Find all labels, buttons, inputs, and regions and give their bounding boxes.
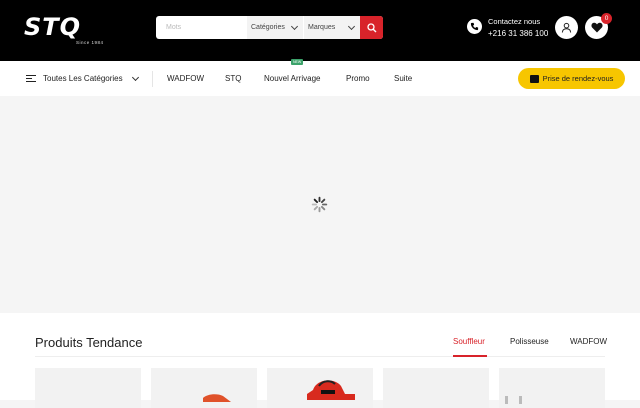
product-card[interactable] xyxy=(35,368,141,408)
logo-text: STQ xyxy=(24,13,82,41)
brands-select-label: Marques xyxy=(308,24,336,31)
tab-wadfow[interactable]: WADFOW xyxy=(570,337,607,346)
tab-polisseuse[interactable]: Polisseuse xyxy=(510,337,549,346)
product-image xyxy=(203,394,231,402)
chevron-down-icon xyxy=(290,22,299,31)
nav-link-more[interactable]: Suite xyxy=(394,61,412,96)
logo-since: Since 1984 xyxy=(76,40,104,45)
product-card[interactable] xyxy=(499,368,605,408)
heart-icon xyxy=(590,22,603,33)
chevron-down-icon xyxy=(131,73,139,81)
appointment-button-label: Prise de rendez-vous xyxy=(542,74,614,83)
nav-divider xyxy=(152,71,153,87)
search-button[interactable] xyxy=(360,16,383,39)
search-bar: Catégories Marques xyxy=(156,16,383,39)
nav-link-stq[interactable]: STQ xyxy=(225,61,241,96)
all-categories-menu[interactable]: Toutes Les Catégories xyxy=(26,61,139,96)
nav-link-new-arrivals[interactable]: Nouvel Arrivage xyxy=(264,61,320,96)
product-card[interactable] xyxy=(151,368,257,408)
chevron-down-icon xyxy=(347,22,356,31)
nav-link-promo[interactable]: Promo xyxy=(346,61,370,96)
categories-select[interactable]: Catégories xyxy=(247,16,303,39)
categories-select-label: Catégories xyxy=(251,24,285,31)
top-header: STQ Since 1984 Catégories Marques Contac… xyxy=(0,0,640,61)
user-icon xyxy=(561,22,572,33)
logo[interactable]: STQ Since 1984 xyxy=(24,14,108,48)
product-card[interactable] xyxy=(383,368,489,408)
contact-phone: +216 31 386 100 xyxy=(488,29,549,38)
new-badge: NEW xyxy=(291,59,304,65)
trending-products-section: Produits Tendance Souffleur Polisseuse W… xyxy=(0,313,640,408)
product-card[interactable] xyxy=(267,368,373,408)
nav-link-wadfow[interactable]: WADFOW xyxy=(167,61,204,96)
brands-select[interactable]: Marques xyxy=(304,16,360,39)
appointment-button[interactable]: Prise de rendez-vous xyxy=(518,68,625,89)
active-tab-indicator xyxy=(453,355,487,357)
product-image xyxy=(505,396,522,404)
tab-souffleur[interactable]: Souffleur xyxy=(453,337,485,346)
menu-icon xyxy=(26,75,36,82)
wishlist-count-badge: 0 xyxy=(601,13,612,24)
contact-info[interactable]: Contactez nous +216 31 386 100 xyxy=(488,16,548,40)
phone-icon xyxy=(467,19,482,34)
search-icon xyxy=(366,22,376,32)
tabs-divider xyxy=(35,356,605,357)
section-title: Produits Tendance xyxy=(35,335,143,350)
loading-spinner-icon xyxy=(311,196,328,213)
contact-label: Contactez nous xyxy=(488,17,541,26)
all-categories-label: Toutes Les Catégories xyxy=(43,74,123,83)
product-image xyxy=(307,380,355,400)
calendar-icon xyxy=(529,74,539,83)
account-button[interactable] xyxy=(555,16,578,39)
search-input[interactable] xyxy=(156,16,246,39)
